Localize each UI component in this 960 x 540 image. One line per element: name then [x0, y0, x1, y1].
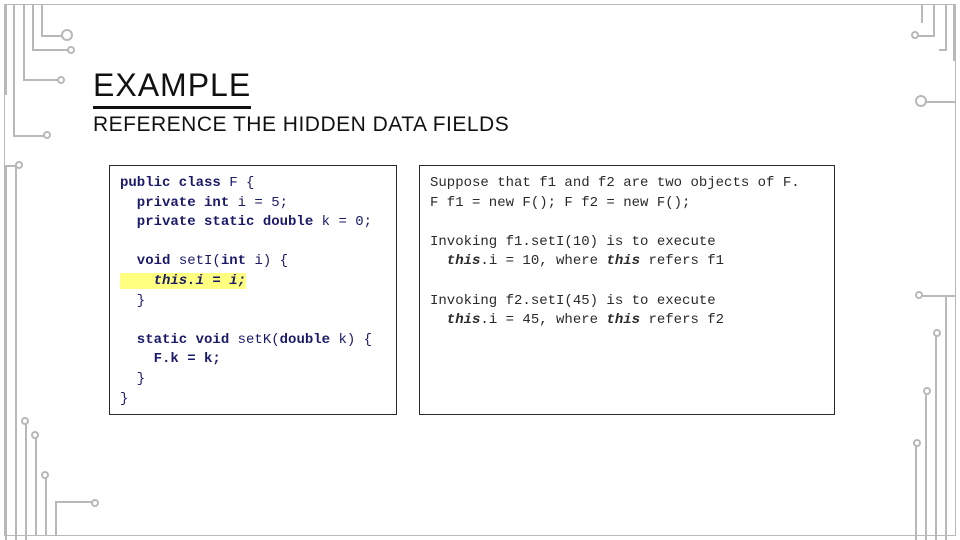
code-text: .i = 45, where [480, 312, 606, 328]
code-text: } [120, 293, 145, 309]
code-text: k = 0; [322, 214, 372, 230]
slide-frame: EXAMPLE REFERENCE THE HIDDEN DATA FIELDS… [4, 4, 956, 536]
circuit-line [923, 101, 955, 103]
circuit-node-icon [915, 95, 927, 107]
kw: public class [120, 175, 229, 191]
code-text: Invoking f2.setI(45) is to execute [430, 293, 716, 309]
circuit-line [13, 5, 15, 135]
circuit-line [55, 501, 95, 503]
slide-title: EXAMPLE [93, 67, 251, 104]
code-text: i = 5; [238, 195, 288, 211]
circuit-line [32, 5, 34, 49]
circuit-line [35, 435, 37, 535]
circuit-line [5, 165, 7, 540]
code-text: .i = 10, where [480, 253, 606, 269]
code-box-left: public class F { private int i = 5; priv… [109, 165, 397, 415]
circuit-line [953, 5, 955, 61]
code-text: refers f2 [640, 312, 724, 328]
code-text: i) { [254, 253, 288, 269]
kw: this [606, 253, 640, 269]
code-text: F { [229, 175, 254, 191]
circuit-node-icon [61, 29, 73, 41]
circuit-node-icon [57, 76, 65, 84]
circuit-node-icon [91, 499, 99, 507]
circuit-line [23, 5, 25, 79]
circuit-line [925, 393, 927, 540]
code-text: refers f1 [640, 253, 724, 269]
circuit-line [945, 295, 947, 540]
kw: static void [120, 332, 238, 348]
code-text: setI( [179, 253, 221, 269]
kw: double [280, 332, 339, 348]
kw: void [120, 253, 179, 269]
circuit-line [45, 475, 47, 535]
circuit-node-icon [67, 46, 75, 54]
circuit-line [41, 5, 43, 35]
circuit-node-icon [41, 471, 49, 479]
circuit-line [939, 49, 947, 51]
circuit-line [25, 423, 27, 540]
circuit-line [919, 295, 955, 297]
code-box-right: Suppose that f1 and f2 are two objects o… [419, 165, 835, 415]
kw: private int [120, 195, 238, 211]
code-text: F.k = k; [120, 351, 221, 367]
code-text: setK( [238, 332, 280, 348]
circuit-line [933, 5, 935, 35]
circuit-line [921, 5, 923, 23]
circuit-node-icon [933, 329, 941, 337]
circuit-node-icon [911, 31, 919, 39]
circuit-line [32, 49, 72, 51]
circuit-line [13, 135, 47, 137]
code-text: } [120, 371, 145, 387]
circuit-node-icon [923, 387, 931, 395]
circuit-line [915, 445, 917, 540]
circuit-line [5, 5, 7, 95]
circuit-line [935, 335, 937, 540]
code-boxes: public class F { private int i = 5; priv… [109, 165, 835, 415]
circuit-line [55, 503, 57, 535]
kw: this [606, 312, 640, 328]
circuit-node-icon [915, 291, 923, 299]
kw: this [430, 253, 480, 269]
circuit-node-icon [913, 439, 921, 447]
code-text: k) { [338, 332, 372, 348]
circuit-node-icon [43, 131, 51, 139]
highlighted-line: this.i = i; [120, 273, 246, 289]
slide-subtitle: REFERENCE THE HIDDEN DATA FIELDS [93, 113, 509, 137]
code-text: Invoking f1.setI(10) is to execute [430, 234, 716, 250]
code-text: } [120, 391, 128, 407]
circuit-node-icon [21, 417, 29, 425]
circuit-line [23, 79, 61, 81]
kw: int [221, 253, 255, 269]
code-text: Suppose that f1 and f2 are two objects o… [430, 175, 800, 191]
circuit-line [15, 165, 17, 540]
kw: this [430, 312, 480, 328]
circuit-node-icon [31, 431, 39, 439]
kw: private static double [120, 214, 322, 230]
circuit-line [945, 5, 947, 49]
title-block: EXAMPLE [93, 67, 251, 109]
code-text: F f1 = new F(); F f2 = new F(); [430, 195, 690, 211]
